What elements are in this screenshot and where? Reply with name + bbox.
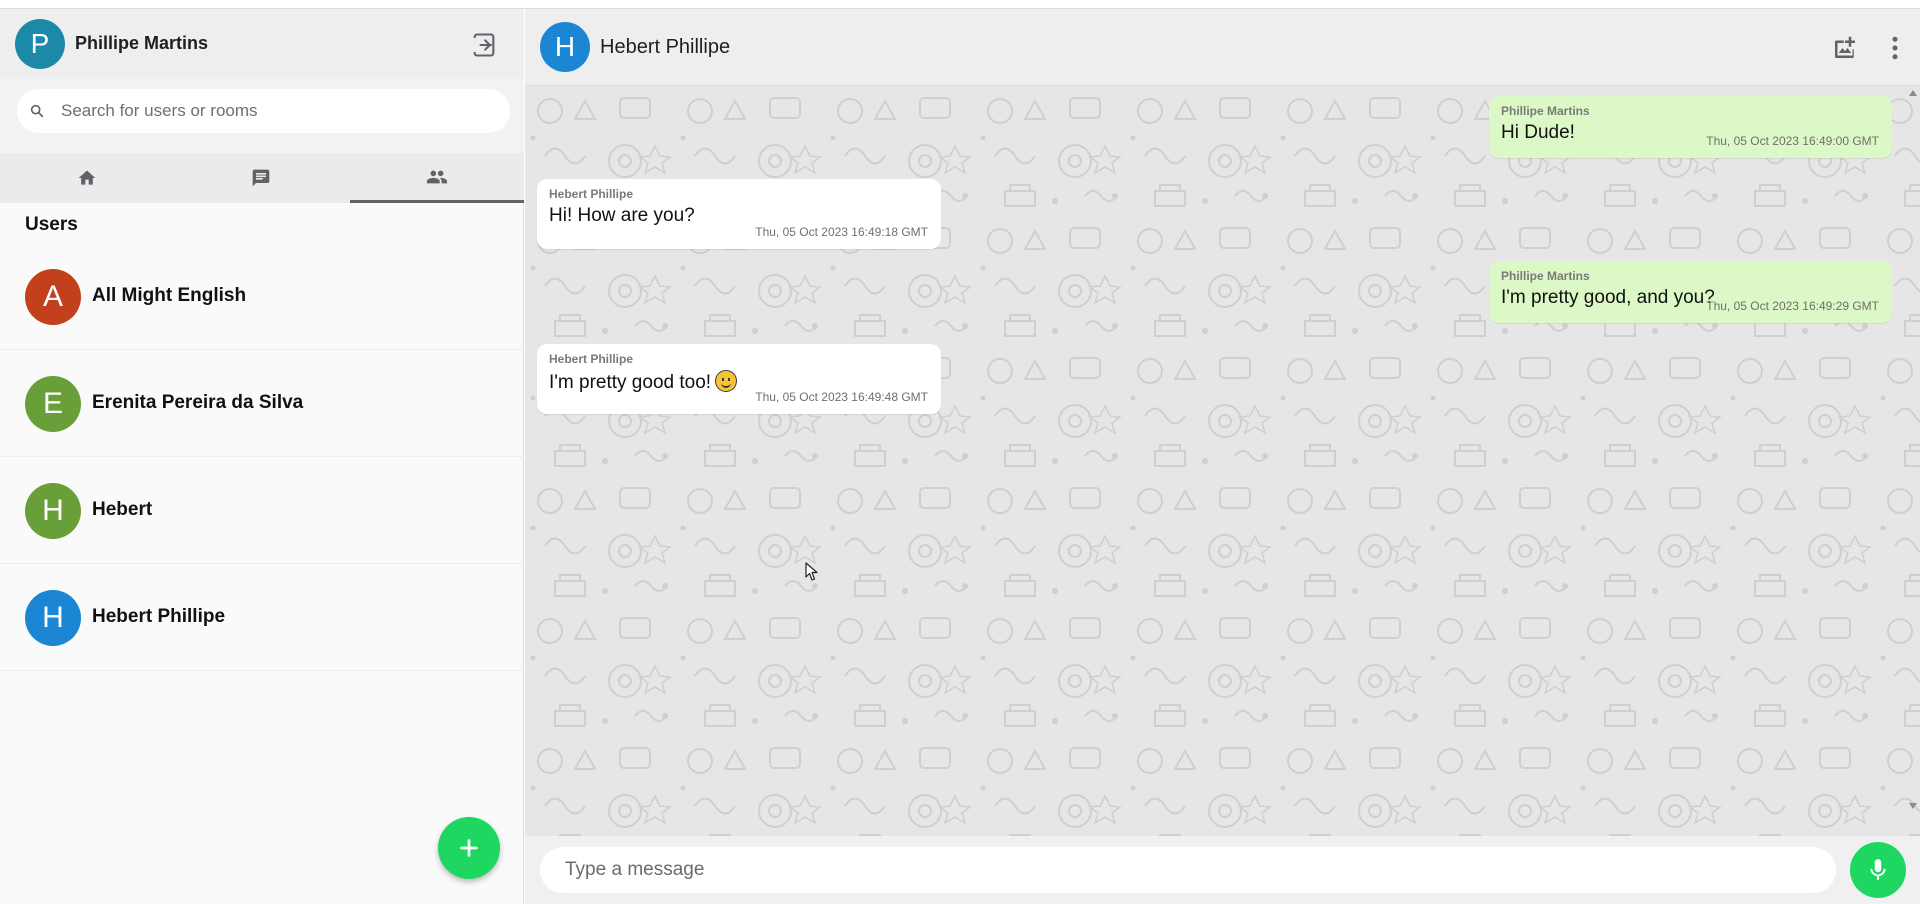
message-outgoing[interactable]: Phillipe Martins Hi Dude! Thu, 05 Oct 20… — [1489, 96, 1892, 158]
avatar: E — [25, 376, 81, 432]
search-icon — [30, 104, 44, 118]
user-name: All Might English — [92, 285, 247, 306]
message-timestamp: Thu, 05 Oct 2023 16:49:00 GMT — [1706, 134, 1879, 148]
current-user-initial: P — [30, 28, 50, 59]
voice-record-button[interactable] — [1850, 842, 1906, 898]
contact-avatar[interactable]: H — [540, 22, 590, 72]
message-text: Hi! How are you? — [549, 205, 695, 226]
chat-header: H Hebert Phillipe — [525, 9, 1920, 86]
tab-chats[interactable] — [174, 153, 348, 203]
message-text-wrap: I'm pretty good too! — [549, 370, 738, 394]
search-box[interactable] — [17, 89, 510, 133]
more-vert-icon — [1892, 36, 1898, 60]
add-image-button[interactable] — [1830, 33, 1860, 63]
chat-panel: H Hebert Phillipe Phillipe Martins Hi Du… — [525, 9, 1920, 904]
message-input[interactable] — [565, 847, 1815, 893]
contact-name: Hebert Phillipe — [600, 36, 731, 58]
microphone-icon — [1870, 859, 1886, 880]
people-icon — [426, 170, 448, 183]
message-sender: Phillipe Martins — [1501, 104, 1590, 118]
tab-home[interactable] — [0, 153, 174, 203]
current-user-name: Phillipe Martins — [75, 33, 209, 53]
tab-users[interactable] — [350, 153, 524, 203]
current-user-avatar[interactable]: P — [15, 19, 65, 69]
users-section-title: Users — [25, 214, 78, 235]
window-top-bar — [0, 0, 1920, 9]
avatar-initial: E — [42, 387, 63, 420]
user-name: Hebert — [92, 499, 153, 520]
add-photo-icon — [1835, 36, 1855, 58]
message-sender: Hebert Phillipe — [549, 352, 634, 366]
user-name: Hebert Phillipe — [92, 606, 226, 627]
app-window: P Phillipe Martins Search for users or r… — [0, 0, 1920, 904]
message-text: I'm pretty good too! — [549, 372, 712, 393]
avatar: A — [25, 269, 81, 325]
message-timestamp: Thu, 05 Oct 2023 16:49:18 GMT — [755, 225, 928, 239]
user-item-hebert-phillipe[interactable]: H Hebert Phillipe — [0, 564, 524, 671]
message-incoming[interactable]: Hebert Phillipe I'm pretty good too! Thu… — [537, 344, 941, 414]
logout-button[interactable] — [470, 31, 498, 59]
message-incoming[interactable]: Hebert Phillipe Hi! How are you? Thu, 05… — [537, 179, 941, 249]
avatar-initial: H — [42, 494, 64, 527]
user-item-erenita-pereira-da-silva[interactable]: E Erenita Pereira da Silva — [0, 350, 524, 457]
chat-icon — [252, 169, 270, 187]
scroll-up-arrow[interactable] — [1909, 90, 1917, 96]
message-timestamp: Thu, 05 Oct 2023 16:49:48 GMT — [755, 390, 928, 404]
sidebar-tabs — [0, 153, 524, 203]
message-input-box[interactable] — [540, 847, 1836, 893]
message-sender: Phillipe Martins — [1501, 269, 1590, 283]
new-chat-button[interactable] — [438, 817, 500, 879]
message-timestamp: Thu, 05 Oct 2023 16:49:29 GMT — [1706, 299, 1879, 313]
user-name: Erenita Pereira da Silva — [92, 392, 304, 413]
avatar: H — [25, 483, 81, 539]
message-composer — [525, 836, 1920, 904]
message-outgoing[interactable]: Phillipe Martins I'm pretty good, and yo… — [1489, 261, 1892, 323]
avatar-initial: H — [42, 601, 64, 634]
message-text: Hi Dude! — [1501, 122, 1575, 143]
plus-icon — [460, 839, 478, 857]
search-input[interactable] — [61, 89, 491, 133]
home-icon — [78, 170, 96, 185]
more-options-button[interactable] — [1880, 33, 1910, 63]
smiley-emoji-icon — [715, 370, 738, 392]
contact-initial: H — [554, 31, 576, 62]
mouse-pointer-icon — [805, 562, 818, 581]
message-sender: Hebert Phillipe — [549, 187, 634, 201]
scroll-down-arrow[interactable] — [1909, 803, 1917, 809]
sidebar: P Phillipe Martins Search for users or r… — [0, 9, 524, 904]
message-list[interactable]: Phillipe Martins Hi Dude! Thu, 05 Oct 20… — [525, 86, 1920, 836]
message-text: I'm pretty good, and you? — [1501, 287, 1715, 308]
avatar: H — [25, 590, 81, 646]
avatar-initial: A — [42, 280, 63, 313]
logout-icon — [472, 33, 495, 57]
user-item-hebert[interactable]: H Hebert — [0, 457, 524, 564]
user-item-all-might-english[interactable]: A All Might English — [0, 243, 524, 350]
sidebar-header: P Phillipe Martins — [0, 9, 524, 78]
